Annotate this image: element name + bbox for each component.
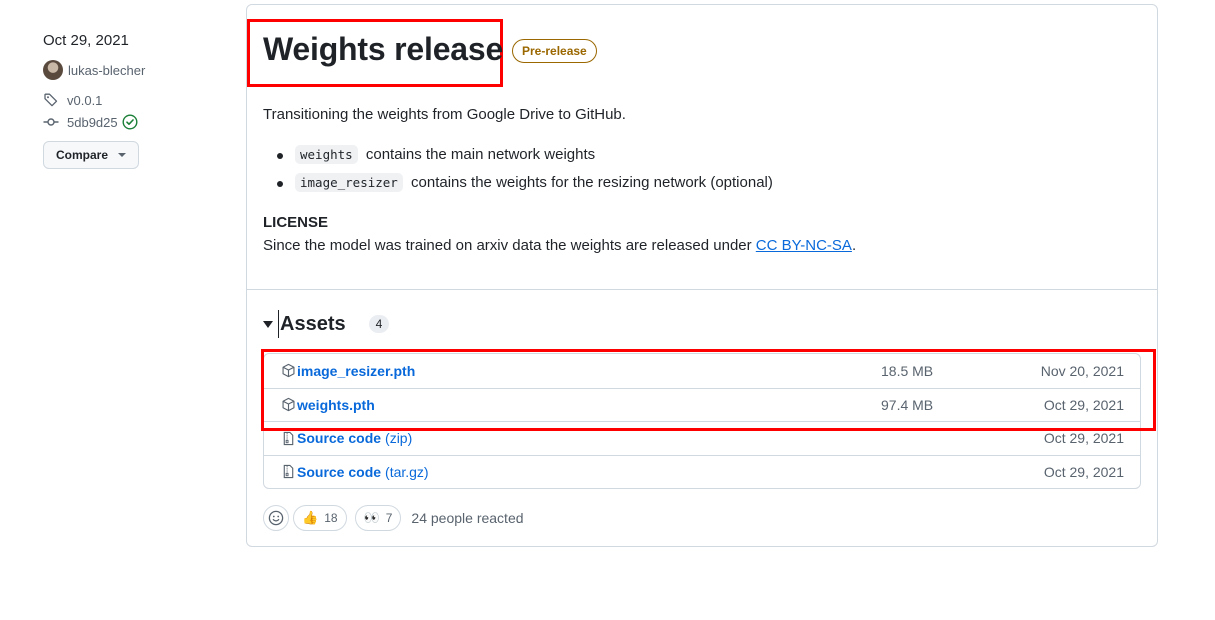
asset-date: Oct 29, 2021	[1043, 463, 1124, 480]
asset-link[interactable]: Source code (zip)	[281, 430, 412, 446]
release-intro: Transitioning the weights from Google Dr…	[263, 106, 626, 123]
bullet-text: contains the main network weights	[365, 146, 596, 163]
bullet-code: image_resizer	[295, 173, 403, 192]
assets-count: 4	[368, 315, 390, 333]
assets-highlight	[261, 349, 1156, 431]
prerelease-badge: Pre-release	[512, 39, 597, 63]
release-bullets: weights contains the main network weight…	[277, 143, 773, 199]
license-period: .	[851, 237, 857, 254]
compare-label: Compare	[56, 148, 109, 162]
tag-label[interactable]: v0.0.1	[67, 93, 102, 108]
license-link[interactable]: CC BY-NC-SA	[756, 237, 852, 254]
asset-date: Oct 29, 2021	[1043, 430, 1124, 447]
license-heading: LICENSE	[263, 214, 329, 231]
assets-title: Assets	[278, 310, 346, 338]
file-zip-icon	[283, 465, 294, 479]
triangle-down-icon	[263, 320, 273, 328]
assets-toggle[interactable]: Assets 4	[263, 309, 390, 339]
thumbs-up-icon: 👍	[302, 510, 319, 526]
release-card: Weights release Pre-release Transitionin…	[246, 4, 1158, 547]
author-row[interactable]: lukas-blecher	[43, 60, 223, 80]
thumbs-up-reaction[interactable]: 👍 18	[293, 505, 347, 531]
commit-sha[interactable]: 5db9d25	[67, 115, 118, 130]
compare-button[interactable]: Compare	[43, 141, 140, 169]
thumbs-up-count: 18	[324, 511, 338, 525]
tag-icon	[44, 93, 58, 107]
smiley-icon	[268, 510, 284, 526]
release-title[interactable]: Weights release	[263, 29, 503, 69]
bullet-item: weights contains the main network weight…	[277, 143, 773, 171]
chevron-down-icon	[118, 153, 127, 157]
bullet-item: image_resizer contains the weights for t…	[277, 171, 773, 199]
license-text: Since the model was trained on arxiv dat…	[263, 237, 752, 254]
eyes-icon: 👀	[363, 510, 380, 526]
bullet-code: weights	[295, 145, 358, 164]
release-date: Oct 29, 2021	[43, 32, 129, 49]
bullet-text: contains the weights for the resizing ne…	[411, 174, 773, 191]
reactions-bar: 👍 18 👀 7 24 people reacted	[263, 505, 524, 531]
license-paragraph: Since the model was trained on arxiv dat…	[263, 236, 856, 256]
asset-name[interactable]: Source code	[297, 464, 381, 480]
author-name[interactable]: lukas-blecher	[68, 63, 145, 78]
tag-row[interactable]: v0.0.1	[43, 90, 223, 110]
asset-ext[interactable]: (tar.gz)	[385, 464, 429, 480]
file-zip-icon	[283, 431, 294, 445]
verified-check-icon[interactable]	[122, 114, 138, 130]
asset-link[interactable]: Source code (tar.gz)	[281, 464, 429, 480]
eyes-count: 7	[385, 511, 393, 525]
asset-row: Source code (tar.gz) Oct 29, 2021	[264, 454, 1140, 489]
asset-name[interactable]: Source code	[297, 430, 381, 446]
commit-icon	[43, 118, 59, 126]
section-divider	[247, 289, 1157, 290]
release-meta: Oct 29, 2021 lukas-blecher v0.0.1 5db9d2…	[43, 30, 223, 169]
eyes-reaction[interactable]: 👀 7	[354, 505, 402, 531]
add-reaction-button[interactable]	[263, 505, 289, 531]
commit-row[interactable]: 5db9d25	[43, 112, 223, 132]
asset-ext[interactable]: (zip)	[385, 430, 412, 446]
author-avatar[interactable]	[43, 60, 63, 80]
reactions-summary[interactable]: 24 people reacted	[411, 510, 523, 526]
